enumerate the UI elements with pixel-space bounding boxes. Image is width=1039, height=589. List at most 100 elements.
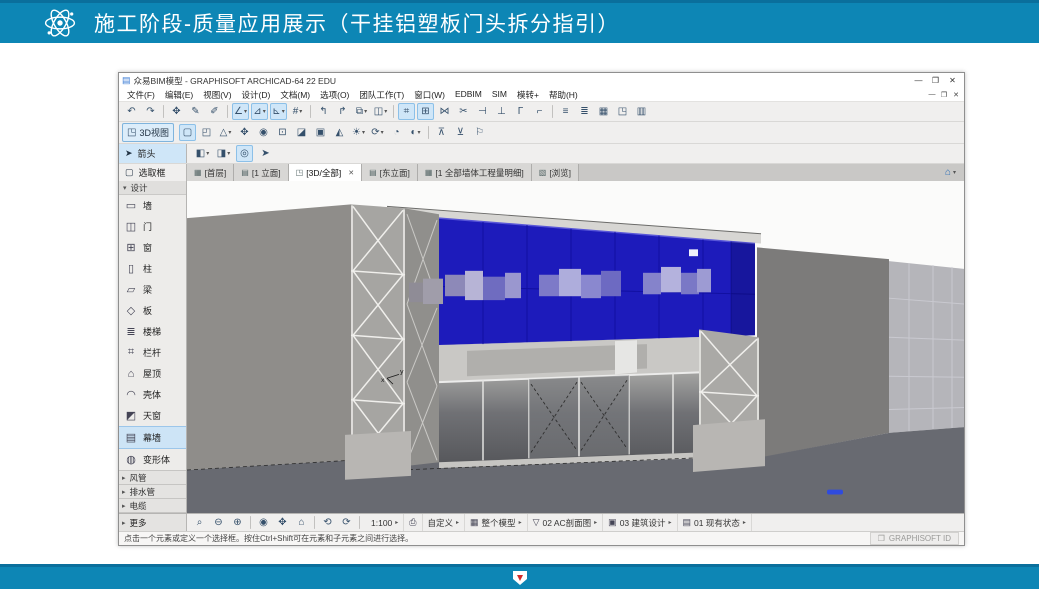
align-icon[interactable]: ◫ ▾ xyxy=(372,103,389,120)
snap-grid-icon[interactable]: # ▾ xyxy=(289,103,306,120)
child-minimize-button[interactable]: — xyxy=(926,91,938,99)
selection-method-option[interactable]: ◧ ▾ xyxy=(194,145,211,162)
structure-display-select[interactable]: ▦ 整个模型 ▸ xyxy=(465,514,528,531)
view-tab[interactable]: ▦ [首层] xyxy=(187,164,234,181)
autogroup-icon[interactable]: ≣ xyxy=(576,103,593,120)
close-button[interactable]: ✕ xyxy=(944,76,961,85)
menu-item[interactable]: 窗口(W) xyxy=(409,89,450,101)
menu-item[interactable]: SIM xyxy=(487,89,512,101)
orbit-icon[interactable]: ◉ xyxy=(255,514,272,531)
toolbar-icon[interactable] xyxy=(227,105,228,118)
view-tab[interactable]: ▤ [东立面] xyxy=(362,164,418,181)
intersect-icon[interactable]: ⋈ xyxy=(436,103,453,120)
zoom-in-icon[interactable]: ⊕ xyxy=(229,514,246,531)
tool-shell[interactable]: ◠ 壳体 xyxy=(119,384,186,405)
nav-icon[interactable] xyxy=(359,516,360,529)
toolbar-icon[interactable] xyxy=(393,105,394,118)
inject-parameters-icon[interactable]: ✐ xyxy=(206,103,223,120)
toolbar-icon[interactable] xyxy=(163,105,164,118)
tool-skylight[interactable]: ◩ 天窗 xyxy=(119,405,186,426)
menu-item[interactable]: 视图(V) xyxy=(198,89,236,101)
tool-roof[interactable]: ⌂ 屋顶 xyxy=(119,363,186,384)
trim-icon[interactable]: ⊥ xyxy=(493,103,510,120)
menu-item[interactable]: 设计(D) xyxy=(237,89,276,101)
tool-column[interactable]: ▯ 柱 xyxy=(119,258,186,279)
cursor-preview-icon[interactable]: ➤ xyxy=(257,145,274,162)
3d-viewport[interactable]: x y xyxy=(187,181,964,513)
pen-set-select[interactable]: ▣ 03 建筑设计 ▸ xyxy=(603,514,677,531)
shadow-icon[interactable]: ◭ xyxy=(331,124,348,141)
previous-view-icon[interactable]: ⟲ xyxy=(319,514,336,531)
markup-icon[interactable]: ⚐ xyxy=(471,124,488,141)
view-tab[interactable]: ◳ [3D/全部] ✕ xyxy=(289,164,362,181)
group-icon[interactable]: ≡ xyxy=(557,103,574,120)
menu-item[interactable]: 帮助(H) xyxy=(544,89,583,101)
menu-item[interactable]: 编辑(E) xyxy=(160,89,198,101)
sun-settings-icon[interactable]: ☀ ▾ xyxy=(350,124,367,141)
zoom-icon[interactable]: ⌕ xyxy=(191,514,208,531)
mirror-icon[interactable]: ↰ xyxy=(315,103,332,120)
3d-cutaway-icon[interactable]: ◰ xyxy=(198,124,215,141)
renovation-filter-select[interactable]: ▤ 01 现有状态 ▸ xyxy=(678,514,752,531)
restore-button[interactable]: ❐ xyxy=(927,76,944,85)
chamfer-icon[interactable]: ⌐ xyxy=(531,103,548,120)
toolbar-icon[interactable] xyxy=(552,105,553,118)
view-tab[interactable]: ▧ [浏览] xyxy=(532,164,579,181)
next-view-icon[interactable]: ⟳ xyxy=(338,514,355,531)
render-settings-icon[interactable]: ◐ ▾ xyxy=(407,124,424,141)
undo-icon[interactable]: ↶ xyxy=(123,103,140,120)
snap-reference-icon[interactable]: ⊾ ▾ xyxy=(270,103,287,120)
menu-item[interactable]: 文件(F) xyxy=(122,89,160,101)
graphisoft-id-palette[interactable]: ❐ GRAPHISOFT ID xyxy=(870,532,959,545)
multiply-icon[interactable]: ⧉ ▾ xyxy=(353,103,370,120)
layer-combination-select[interactable]: ▽ 02 AC剖面图 ▸ xyxy=(528,514,604,531)
menu-item[interactable]: EDBIM xyxy=(450,89,487,101)
child-close-button[interactable]: ✕ xyxy=(950,91,962,99)
tool-morph[interactable]: ◍ 变形体 xyxy=(119,449,186,470)
marquee-view-icon[interactable]: ▢ xyxy=(179,124,196,141)
favorites-icon[interactable]: ▥ xyxy=(633,103,650,120)
menu-item[interactable]: 团队工作(T) xyxy=(354,89,409,101)
story-down-icon[interactable]: ⊻ xyxy=(452,124,469,141)
toolbox-design-header[interactable]: ▾ 设计 xyxy=(119,181,186,195)
view-tab[interactable]: ▦ [1 全部墙体工程量明细] xyxy=(418,164,532,181)
pick-up-tab-settings[interactable]: ⌂ ▾ xyxy=(937,164,964,181)
magnet-option[interactable]: ◎ xyxy=(236,145,253,162)
story-up-icon[interactable]: ⊼ xyxy=(433,124,450,141)
cutting-plane-icon[interactable]: ◪ xyxy=(293,124,310,141)
fit-view-icon[interactable]: ⌂ xyxy=(293,514,310,531)
marquee-tool[interactable]: ▢ 选取框 xyxy=(119,164,187,181)
child-restore-button[interactable]: ❐ xyxy=(938,91,950,99)
scale-select[interactable]: 1:100 ▸ xyxy=(366,514,404,531)
zoom-preset-select[interactable]: 自定义 ▸ xyxy=(423,514,466,531)
toolbar-icon[interactable] xyxy=(310,105,311,118)
tool-curtain-wall[interactable]: ▤ 幕墙 xyxy=(119,426,186,449)
snap-guides-icon[interactable]: ⊞ xyxy=(417,103,434,120)
3d-style-icon[interactable]: ▣ xyxy=(312,124,329,141)
zoom-selection-icon[interactable]: ⊡ xyxy=(274,124,291,141)
tool-stair[interactable]: ≣ 楼梯 xyxy=(119,321,186,342)
arrow-tool[interactable]: ➤ 箭头 xyxy=(119,144,187,163)
toolbox-group[interactable]: ▸ 电缆 xyxy=(119,498,186,512)
tool-door[interactable]: ◫ 门 xyxy=(119,216,186,237)
adjust-icon[interactable]: ⊣ xyxy=(474,103,491,120)
toolbar-icon[interactable] xyxy=(428,126,429,139)
camera-icon[interactable]: △ ▾ xyxy=(217,124,234,141)
tool-railing[interactable]: ⌗ 栏杆 xyxy=(119,342,186,363)
menu-item[interactable]: 选项(O) xyxy=(315,89,354,101)
tab-close-icon[interactable]: ✕ xyxy=(348,169,354,177)
3d-view-button[interactable]: ◳ 3D视图 xyxy=(122,123,174,142)
rotate-icon[interactable]: ↱ xyxy=(334,103,351,120)
menu-item[interactable]: 模转+ xyxy=(512,89,544,101)
look-to-icon[interactable]: ◉ xyxy=(255,124,272,141)
drag-icon[interactable]: ✥ xyxy=(168,103,185,120)
toolbox-group[interactable]: ▸ 风管 xyxy=(119,470,186,484)
zoom-out-icon[interactable]: ⊖ xyxy=(210,514,227,531)
explore-model-icon[interactable]: ✥ xyxy=(236,124,253,141)
pickup-parameters-icon[interactable]: ✎ xyxy=(187,103,204,120)
nav-icon[interactable] xyxy=(250,516,251,529)
organizer-icon[interactable]: ◳ xyxy=(614,103,631,120)
print-icon[interactable]: ⎙ xyxy=(404,514,422,531)
snap-angle-icon[interactable]: ∠ ▾ xyxy=(232,103,249,120)
explore-icon[interactable]: ✥ xyxy=(274,514,291,531)
